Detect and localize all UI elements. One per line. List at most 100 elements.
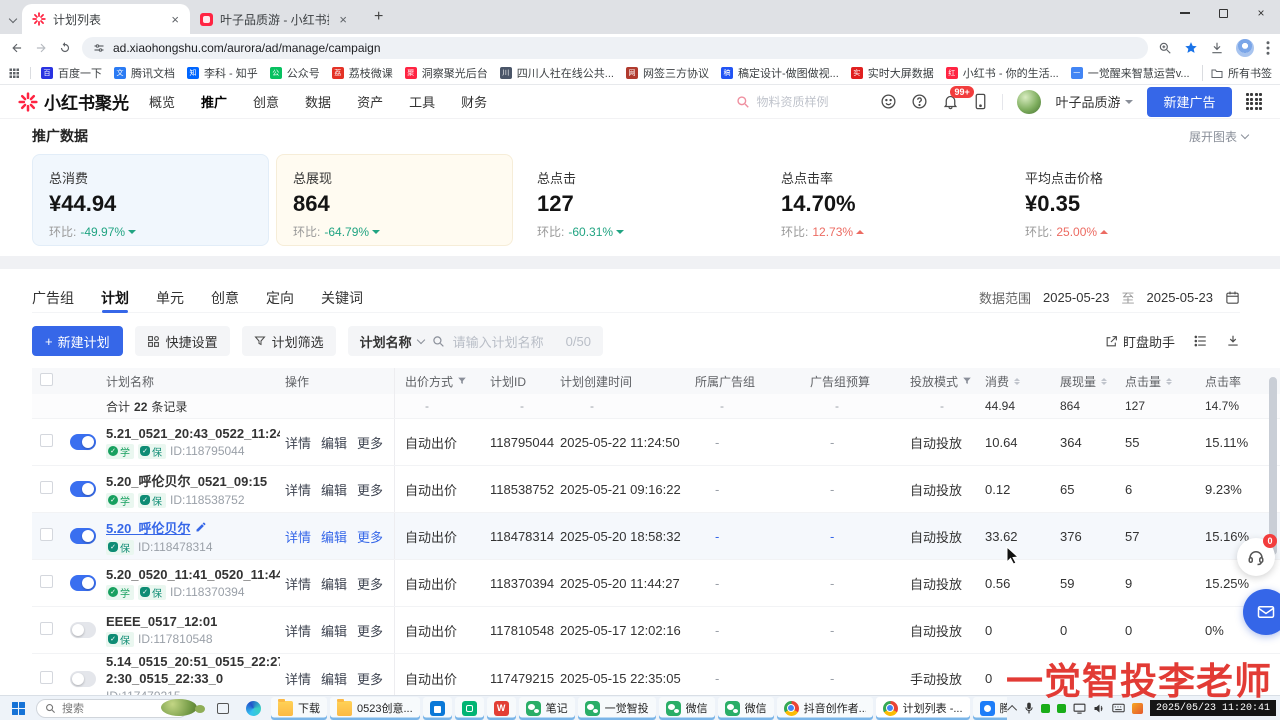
plan-name[interactable]: EEEE_0517_12:01: [106, 614, 217, 629]
close-button[interactable]: ×: [1242, 0, 1280, 26]
url-bar[interactable]: ad.xiaohongshu.com/aurora/ad/manage/camp…: [82, 37, 1148, 59]
bookmark-item[interactable]: 聚 洞察聚光后台: [399, 63, 494, 83]
taskbar-item[interactable]: 0523创意...: [330, 697, 420, 720]
action-more[interactable]: 更多: [357, 574, 383, 593]
taskbar-item[interactable]: 下载: [271, 697, 327, 720]
app-logo[interactable]: 小红书聚光: [18, 89, 129, 114]
taskbar-item[interactable]: 一觉智投: [578, 697, 656, 720]
new-plan-button[interactable]: + 新建计划: [32, 326, 123, 356]
action-more[interactable]: 更多: [357, 433, 383, 452]
bookmark-item[interactable]: 文 腾讯文档: [108, 63, 181, 83]
expand-chart-button[interactable]: 展开图表: [1189, 128, 1248, 145]
row-checkbox[interactable]: [40, 622, 53, 635]
mobile-icon[interactable]: [973, 93, 988, 110]
account-avatar[interactable]: [1017, 90, 1041, 114]
col-clicks[interactable]: 点击量: [1125, 373, 1205, 390]
action-detail[interactable]: 详情: [285, 433, 311, 452]
header-search-input[interactable]: 物料资质样例: [736, 93, 866, 110]
taskbar-item[interactable]: 计划列表 -...: [876, 697, 970, 720]
tab-close-icon[interactable]: ×: [168, 12, 182, 27]
download-icon[interactable]: [1210, 41, 1224, 55]
action-edit[interactable]: 编辑: [321, 621, 347, 640]
row-toggle[interactable]: [70, 671, 96, 687]
minimize-button[interactable]: [1166, 0, 1204, 26]
zoom-icon[interactable]: [1158, 41, 1172, 55]
export-download-icon[interactable]: [1226, 334, 1240, 348]
entity-tab[interactable]: 创意: [211, 283, 239, 313]
bookmark-item[interactable]: 川 四川人社在线公共...: [494, 63, 620, 83]
entity-tab[interactable]: 计划: [101, 283, 129, 313]
row-toggle[interactable]: [70, 481, 96, 497]
support-headset-button[interactable]: 0: [1237, 538, 1275, 576]
col-mode[interactable]: 投放模式: [910, 373, 985, 390]
row-toggle[interactable]: [70, 622, 96, 638]
taskbar-item[interactable]: [423, 697, 452, 720]
col-impressions[interactable]: 展现量: [1060, 373, 1125, 390]
bookmark-item[interactable]: 荔 荔枝微课: [326, 63, 399, 83]
site-settings-icon[interactable]: [93, 42, 105, 54]
taskbar-item[interactable]: 微信: [659, 697, 715, 720]
taskbar-item[interactable]: 腾讯会议: [973, 697, 1007, 720]
action-edit[interactable]: 编辑: [321, 480, 347, 499]
entity-tab[interactable]: 关键词: [321, 283, 363, 313]
help-icon[interactable]: [911, 93, 928, 110]
browser-tab[interactable]: 叶子品质游 - 小红书搜索 ×: [190, 4, 358, 34]
action-more[interactable]: 更多: [357, 621, 383, 640]
bookmark-item[interactable]: 稿 稿定设计-做图做视...: [715, 63, 845, 83]
action-edit[interactable]: 编辑: [321, 669, 347, 688]
nav-item[interactable]: 工具: [409, 92, 435, 111]
plan-name[interactable]: 5.21_0521_20:43_0522_11:24: [106, 426, 280, 441]
apps-grid-icon[interactable]: [8, 67, 20, 79]
bookmark-star-icon[interactable]: [1184, 41, 1198, 55]
taskbar-item[interactable]: 抖音创作者...: [777, 697, 873, 720]
new-tab-button[interactable]: +: [366, 8, 391, 26]
tab-close-icon[interactable]: ×: [336, 12, 350, 27]
row-checkbox[interactable]: [40, 671, 53, 684]
nav-item[interactable]: 创意: [253, 92, 279, 111]
nav-item[interactable]: 财务: [461, 92, 487, 111]
plan-name[interactable]: 5.14_0515_20:51_0515_22:27_0515_2: [106, 654, 280, 669]
entity-tab[interactable]: 广告组: [32, 283, 74, 313]
new-ad-button[interactable]: 新建广告: [1147, 87, 1231, 117]
search-input[interactable]: 请输入计划名称: [453, 332, 544, 351]
taskbar-item[interactable]: [239, 697, 268, 720]
entity-tab[interactable]: 单元: [156, 283, 184, 313]
nav-item[interactable]: 推广: [201, 92, 227, 111]
select-all-checkbox[interactable]: [40, 373, 53, 386]
plan-name[interactable]: 5.20_呼伦贝尔: [106, 518, 191, 537]
row-toggle[interactable]: [70, 434, 96, 450]
action-detail[interactable]: 详情: [285, 574, 311, 593]
bookmark-item[interactable]: 百 百度一下: [35, 63, 108, 83]
row-toggle[interactable]: [70, 575, 96, 591]
forward-icon[interactable]: [34, 41, 48, 55]
action-more[interactable]: 更多: [357, 669, 383, 688]
browser-menu-icon[interactable]: [1266, 41, 1270, 55]
action-detail[interactable]: 详情: [285, 527, 311, 546]
row-checkbox[interactable]: [40, 481, 53, 494]
taskbar-item[interactable]: 笔记: [519, 697, 575, 720]
taskbar-item[interactable]: [210, 697, 236, 720]
col-bid[interactable]: 出价方式: [395, 373, 490, 390]
bookmark-item[interactable]: 实 实时大屏数据: [845, 63, 940, 83]
date-to-input[interactable]: 2025-05-23: [1147, 290, 1214, 305]
taskbar-item[interactable]: [487, 697, 516, 720]
row-checkbox[interactable]: [40, 434, 53, 447]
action-edit[interactable]: 编辑: [321, 527, 347, 546]
apps-grid-icon[interactable]: [1246, 93, 1263, 110]
bookmark-item[interactable]: 知 李科 - 知乎: [181, 63, 264, 83]
reload-icon[interactable]: [58, 41, 72, 55]
action-more[interactable]: 更多: [357, 527, 383, 546]
col-cost[interactable]: 消费: [985, 373, 1060, 390]
search-field-select[interactable]: 计划名称: [360, 332, 424, 351]
plan-name[interactable]: 5.20_0520_11:41_0520_11:44: [106, 567, 280, 582]
account-menu[interactable]: 叶子品质游: [1055, 92, 1133, 111]
taskbar-item[interactable]: [455, 697, 484, 720]
bookmark-item[interactable]: 网 网签三方协议: [620, 63, 715, 83]
bookmark-item[interactable]: 公 公众号: [264, 63, 326, 83]
nav-item[interactable]: 资产: [357, 92, 383, 111]
column-settings-icon[interactable]: [1193, 334, 1208, 348]
tray-expand-icon[interactable]: [1007, 704, 1017, 714]
nav-item[interactable]: 概览: [149, 92, 175, 111]
tab-search-icon[interactable]: [10, 10, 16, 25]
edit-pencil-icon[interactable]: [195, 521, 207, 533]
